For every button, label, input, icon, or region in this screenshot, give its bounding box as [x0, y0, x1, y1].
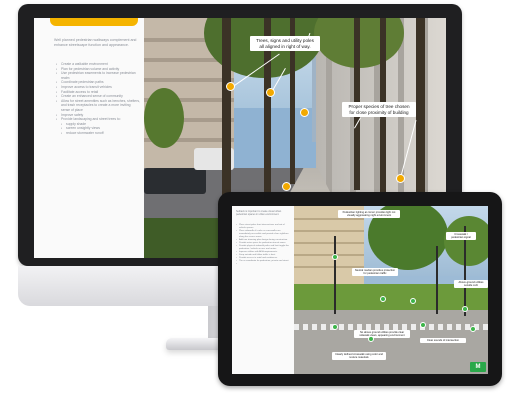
- hotspot-marker[interactable]: [300, 108, 309, 117]
- callout-above-ground-utilities: Above-ground utilities outside curb: [454, 280, 488, 289]
- list-item: Place sidewalks & curbs so crosswalks ar…: [236, 230, 292, 239]
- callout-neutral-median: Neutral median provides protection for p…: [352, 268, 398, 277]
- bullet-item: Allow for street amenities such as bench…: [56, 99, 140, 113]
- hotspot-marker[interactable]: [332, 254, 338, 260]
- publisher-logo-badge: M: [470, 362, 486, 372]
- hotspot-marker[interactable]: [470, 326, 476, 332]
- callout-intersection-sounds: Clear sounds of intersection: [420, 338, 466, 344]
- hotspot-marker[interactable]: [462, 306, 468, 312]
- hotspot-marker[interactable]: [396, 174, 405, 183]
- tablet-intro-paragraph: Setback is important to create visual ur…: [236, 210, 282, 217]
- hotspot-marker[interactable]: [380, 296, 386, 302]
- sub-bullet-item: reduce stormwater runoff: [56, 131, 140, 136]
- lamp-post: [334, 236, 336, 314]
- tablet-text-panel: Setback is important to create visual ur…: [232, 206, 294, 374]
- callout-defined-crosswalk: Clearly defined crosswalk using color an…: [332, 352, 386, 361]
- hotspot-marker[interactable]: [282, 182, 291, 191]
- intro-paragraph: Well planned pedestrian walkways complem…: [54, 38, 137, 47]
- hotspot-marker[interactable]: [226, 82, 235, 91]
- tree-canopy: [444, 216, 488, 266]
- callout-aligned-elements: Trees, signs and utility poles all align…: [250, 36, 320, 52]
- tablet-list: Place street poles front intersections a…: [236, 224, 292, 266]
- callout-pedestrian-lighting: Pedestrian lighting at corner provides l…: [338, 210, 400, 219]
- hotspot-marker[interactable]: [266, 88, 275, 97]
- bullet-list: Create a walkable environment Plan for p…: [56, 62, 140, 136]
- hotspot-marker[interactable]: [368, 336, 374, 342]
- list-item: The re-coordinate for pedestrian, privat…: [236, 260, 292, 263]
- hotspot-marker[interactable]: [410, 298, 416, 304]
- tablet-screen: Setback is important to create visual ur…: [232, 206, 488, 374]
- hotspot-marker[interactable]: [332, 324, 338, 330]
- guideline-text-panel: Well planned pedestrian walkways complem…: [34, 18, 145, 258]
- hotspot-marker[interactable]: [420, 322, 426, 328]
- signal-pole: [436, 246, 438, 314]
- tree-canopy: [144, 88, 184, 148]
- intersection-photo: Pedestrian lighting at corner provides l…: [294, 206, 488, 374]
- section-tab: [50, 18, 138, 26]
- callout-no-utilities: No above ground utilities provide clear …: [354, 330, 410, 339]
- parked-car: [144, 168, 206, 194]
- bullet-item: Use pedestrian easements to increase ped…: [56, 71, 140, 80]
- callout-tree-species: Proper species of tree chosen for close …: [342, 102, 416, 118]
- callout-crosswalk-signal: Crosswalk / pedestrian signal: [446, 232, 476, 241]
